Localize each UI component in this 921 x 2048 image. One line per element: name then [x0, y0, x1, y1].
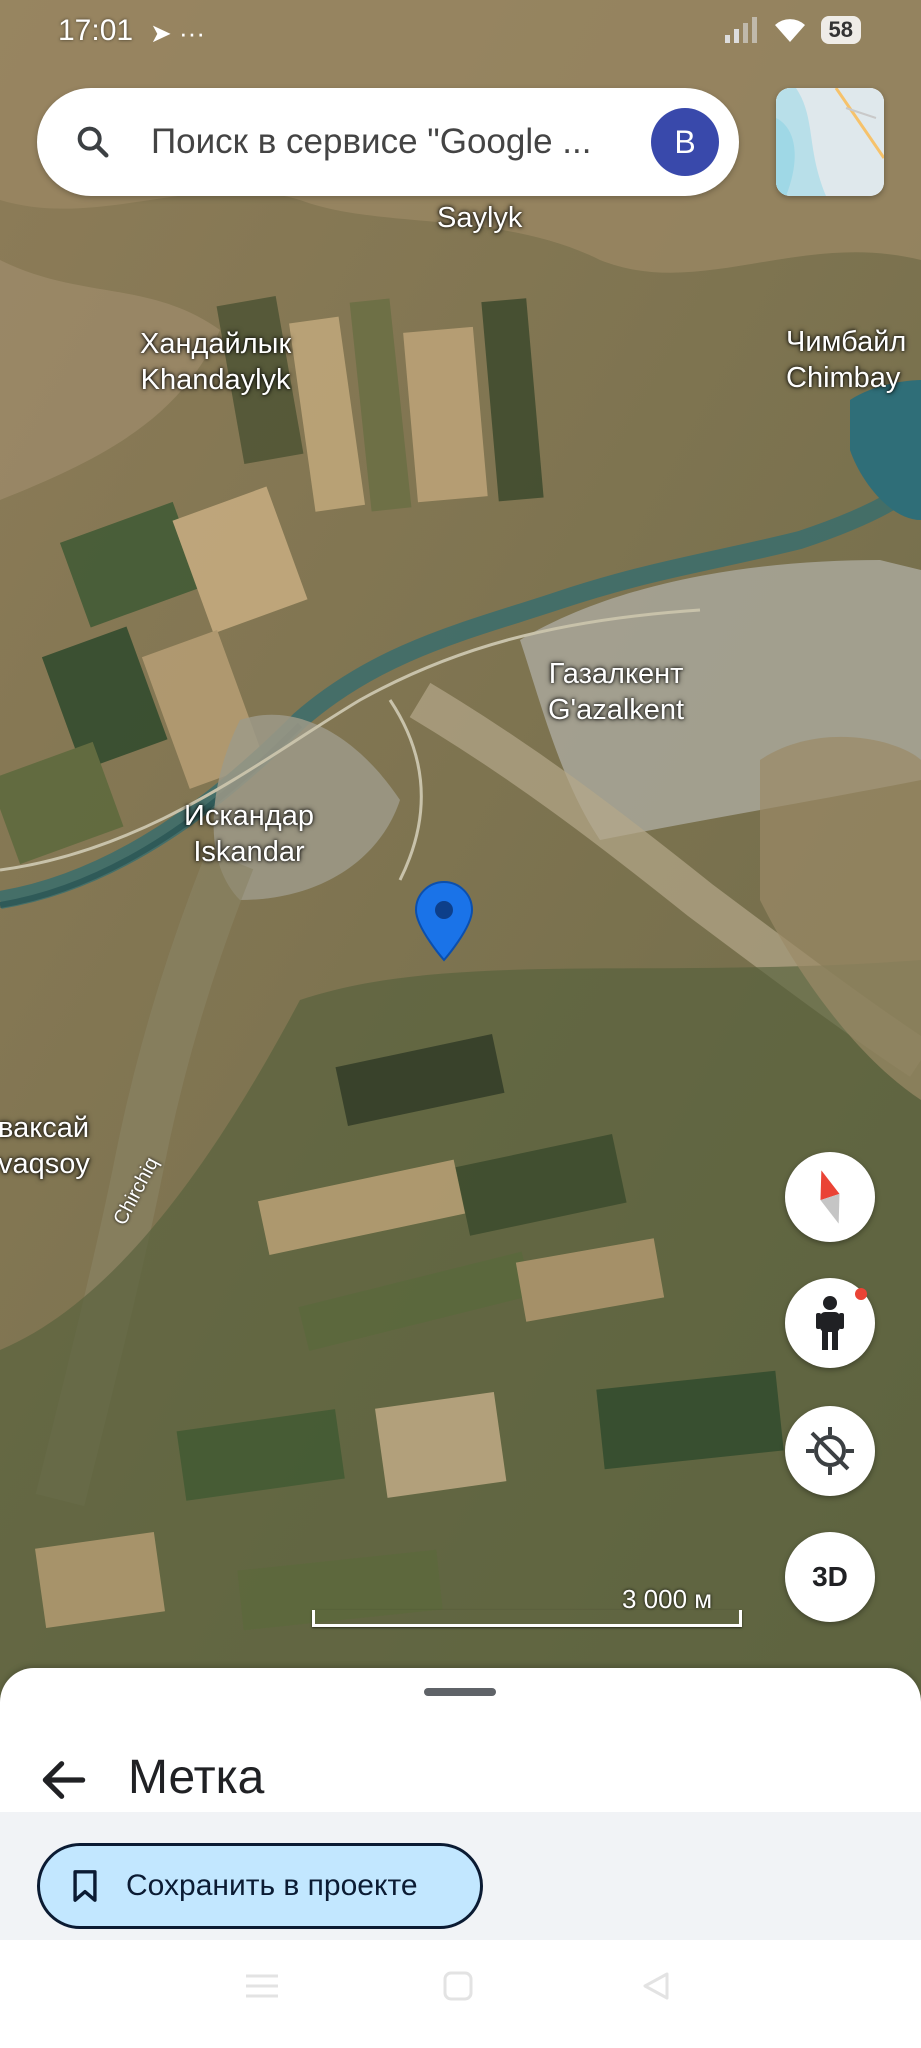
map-label-iskandar-ru: Искандар: [184, 800, 314, 832]
system-nav-bar: [0, 1940, 921, 2048]
map-label-saylyk: Saylyk: [437, 202, 523, 234]
status-time: 17:01: [58, 14, 134, 47]
map-label-khandaylyk: Хандайлык Khandaylyk: [140, 326, 291, 398]
map-label-chimbay: Чимбайл Chimbay: [786, 324, 906, 396]
three-d-label: 3D: [812, 1561, 848, 1592]
signal-icon: [724, 17, 757, 43]
map-thumbnail-icon: [776, 88, 884, 196]
battery-indicator: 58: [820, 16, 861, 44]
search-input[interactable]: Поиск в сервисе "Google ...: [151, 122, 651, 162]
search-icon: [77, 126, 109, 158]
status-extra: ➤ ···: [150, 18, 205, 48]
sheet-title: Метка: [128, 1751, 265, 1804]
my-location-button[interactable]: [785, 1406, 875, 1496]
scale-bar: [312, 1610, 742, 1627]
status-right: 58: [724, 16, 861, 44]
layers-button[interactable]: [776, 88, 884, 196]
map-label-vaksay: ваксай vaqsoy: [0, 1110, 90, 1182]
map-label-khandaylyk-ru: Хандайлык: [140, 328, 292, 360]
notification-dot: [855, 1288, 867, 1300]
bookmark-icon: [73, 1870, 97, 1902]
back-arrow-icon[interactable]: [36, 1752, 92, 1808]
compass-button[interactable]: [785, 1152, 875, 1242]
three-d-button[interactable]: 3D: [785, 1532, 875, 1622]
satellite-map[interactable]: Saylyk Хандайлык Khandaylyk Чимбайл Chim…: [0, 0, 921, 1700]
location-off-icon: [806, 1427, 854, 1475]
map-label-vaksay-ru: ваксай: [0, 1112, 90, 1144]
map-label-khandaylyk-lat: Khandaylyk: [140, 364, 291, 396]
save-to-project-button[interactable]: Сохранить в проекте: [37, 1843, 483, 1929]
map-label-vaksay-lat: vaqsoy: [0, 1148, 90, 1180]
save-to-project-label: Сохранить в проекте: [126, 1869, 418, 1902]
compass-icon: [820, 1170, 840, 1224]
recent-apps-icon[interactable]: [244, 1970, 280, 2002]
map-label-chimbay-ru: Чимбайл: [786, 326, 907, 358]
avatar-letter: B: [674, 123, 696, 160]
wifi-icon: [774, 19, 805, 42]
location-pin-icon[interactable]: [412, 880, 476, 962]
terrain-imagery: [0, 0, 921, 1700]
map-label-chimbay-lat: Chimbay: [786, 362, 901, 394]
map-label-gazalkent-lat: G'azalkent: [548, 694, 685, 726]
back-nav-icon[interactable]: [640, 1970, 672, 2002]
account-avatar[interactable]: B: [651, 108, 719, 176]
map-label-iskandar: Искандар Iskandar: [184, 798, 314, 870]
map-label-gazalkent: Газалкент G'azalkent: [548, 656, 684, 728]
sheet-drag-handle[interactable]: [424, 1688, 496, 1696]
home-icon[interactable]: [442, 1970, 474, 2002]
street-view-button[interactable]: [785, 1278, 875, 1368]
search-bar[interactable]: Поиск в сервисе "Google ... B: [37, 88, 739, 196]
map-label-iskandar-lat: Iskandar: [193, 836, 305, 868]
status-bar: 17:01 ➤ ··· 58: [0, 0, 921, 72]
pegman-icon: [816, 1296, 844, 1350]
map-label-gazalkent-ru: Газалкент: [548, 658, 684, 690]
